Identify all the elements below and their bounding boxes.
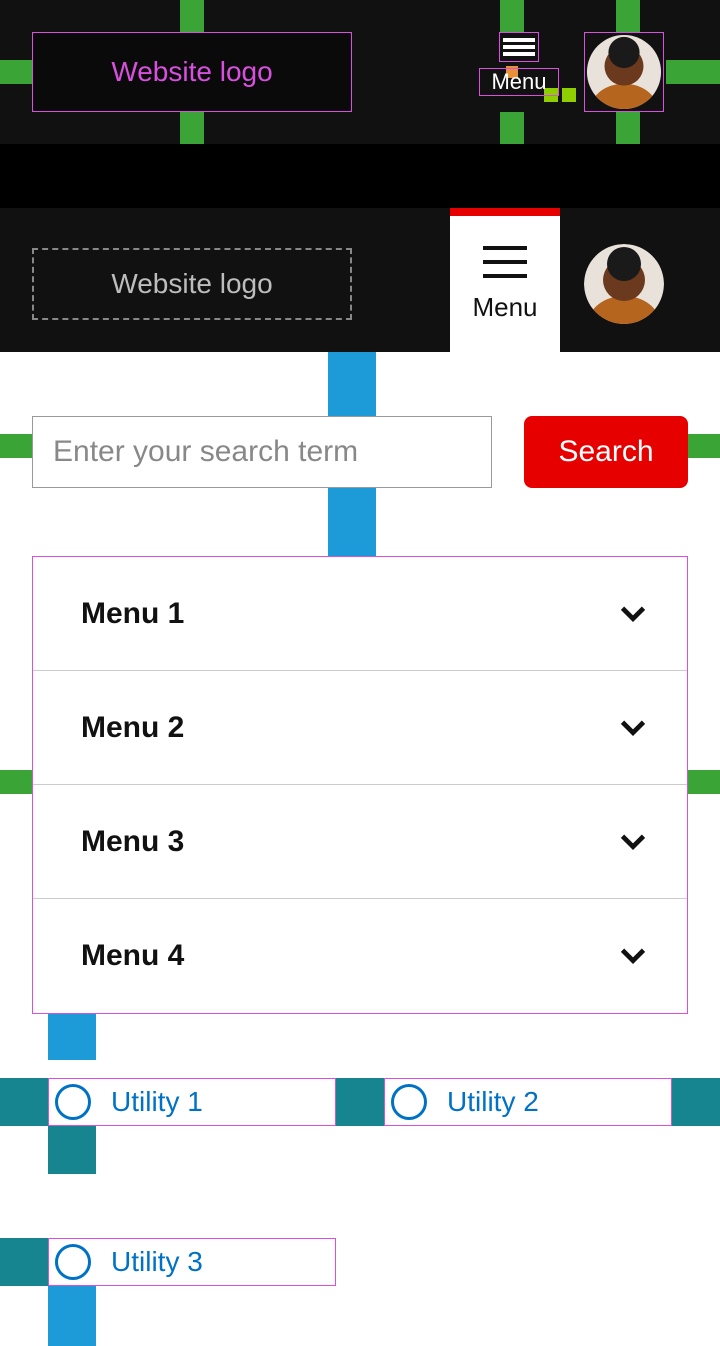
menu-item-3[interactable]: Menu 3 <box>33 785 687 899</box>
avatar-icon <box>585 32 663 112</box>
spec-header: Website logo Menu <box>0 0 720 144</box>
hamburger-icon <box>499 32 539 62</box>
menu-item-label: Menu 2 <box>81 711 184 745</box>
utility-link-label: Utility 3 <box>111 1246 203 1278</box>
search-row: Search <box>32 416 688 488</box>
chevron-down-icon <box>619 828 647 856</box>
menu-button[interactable]: Menu <box>450 208 560 352</box>
search-button[interactable]: Search <box>524 416 688 488</box>
website-logo[interactable]: Website logo <box>32 248 352 320</box>
chevron-down-icon <box>619 714 647 742</box>
spec-avatar <box>584 32 664 112</box>
utility-link-label: Utility 2 <box>447 1086 539 1118</box>
spacing-guide <box>0 1238 48 1286</box>
user-avatar[interactable] <box>584 244 664 324</box>
spec-menu-button: Menu <box>479 32 559 96</box>
chevron-down-icon <box>619 942 647 970</box>
spacing-guide <box>672 1078 720 1126</box>
website-logo-label: Website logo <box>111 268 272 300</box>
spacing-guide <box>48 1126 96 1174</box>
menu-item-1[interactable]: Menu 1 <box>33 557 687 671</box>
spacing-guide <box>688 434 720 458</box>
spacing-guide <box>328 352 376 416</box>
primary-menu-list: Menu 1 Menu 2 Menu 3 Menu 4 <box>32 556 688 1014</box>
circle-icon <box>55 1084 91 1120</box>
spec-logo-label: Website logo <box>111 56 272 88</box>
spacing-guide <box>48 1012 96 1060</box>
circle-icon <box>55 1244 91 1280</box>
menu-button-label: Menu <box>472 292 537 323</box>
chevron-down-icon <box>619 600 647 628</box>
spacing-guide <box>0 1078 48 1126</box>
spec-menu-label: Menu <box>479 68 559 96</box>
avatar-icon <box>584 244 664 324</box>
spec-logo-box: Website logo <box>32 32 352 112</box>
utility-link-3[interactable]: Utility 3 <box>48 1238 336 1286</box>
spacing-guide <box>0 434 32 458</box>
spacing-guide <box>328 488 376 556</box>
spacing-guide <box>48 1286 96 1346</box>
spacing-guide <box>0 770 32 794</box>
menu-item-label: Menu 1 <box>81 597 184 631</box>
menu-item-label: Menu 3 <box>81 825 184 859</box>
expanded-menu-panel: Search Menu 1 Menu 2 Menu 3 Menu 4 Utili <box>0 352 720 1346</box>
utility-link-2[interactable]: Utility 2 <box>384 1078 672 1126</box>
spacing-guide <box>688 770 720 794</box>
hamburger-icon <box>483 246 527 278</box>
utility-link-label: Utility 1 <box>111 1086 203 1118</box>
circle-icon <box>391 1084 427 1120</box>
utility-link-1[interactable]: Utility 1 <box>48 1078 336 1126</box>
menu-item-4[interactable]: Menu 4 <box>33 899 687 1013</box>
spacing-guide <box>336 1078 384 1126</box>
site-header: Website logo Menu <box>0 208 720 352</box>
search-input[interactable] <box>32 416 492 488</box>
menu-item-2[interactable]: Menu 2 <box>33 671 687 785</box>
divider-strip <box>0 144 720 208</box>
menu-item-label: Menu 4 <box>81 939 184 973</box>
